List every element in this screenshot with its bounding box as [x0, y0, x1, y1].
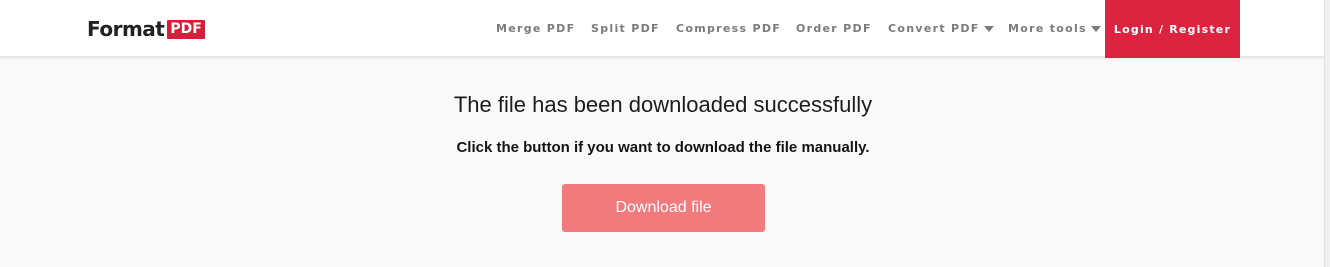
nav-compress-pdf[interactable]: Compress PDF [676, 0, 781, 57]
caret-down-icon [1090, 25, 1101, 32]
page-subtitle: Click the button if you want to download… [456, 139, 870, 156]
nav-merge-pdf[interactable]: Merge PDF [496, 0, 575, 57]
login-register-button[interactable]: Login / Register [1105, 0, 1240, 58]
nav-split-pdf[interactable]: Split PDF [591, 0, 660, 57]
nav-order-pdf[interactable]: Order PDF [796, 0, 872, 57]
caret-down-icon [983, 25, 994, 32]
vertical-scrollbar[interactable] [1324, 0, 1330, 267]
nav-more-tools-dropdown[interactable]: More tools [1008, 0, 1101, 57]
main-nav: Merge PDF Split PDF Compress PDF Order P… [0, 0, 1240, 57]
download-file-button[interactable]: Download file [562, 184, 765, 232]
page-title: The file has been downloaded successfull… [453, 92, 873, 117]
nav-convert-pdf-label: Convert PDF [888, 22, 980, 35]
nav-convert-pdf-dropdown[interactable]: Convert PDF [888, 0, 994, 57]
page: Format PDF Merge PDF Split PDF Compress … [0, 0, 1330, 267]
nav-more-tools-label: More tools [1008, 22, 1087, 35]
top-navbar: Format PDF Merge PDF Split PDF Compress … [0, 0, 1324, 58]
